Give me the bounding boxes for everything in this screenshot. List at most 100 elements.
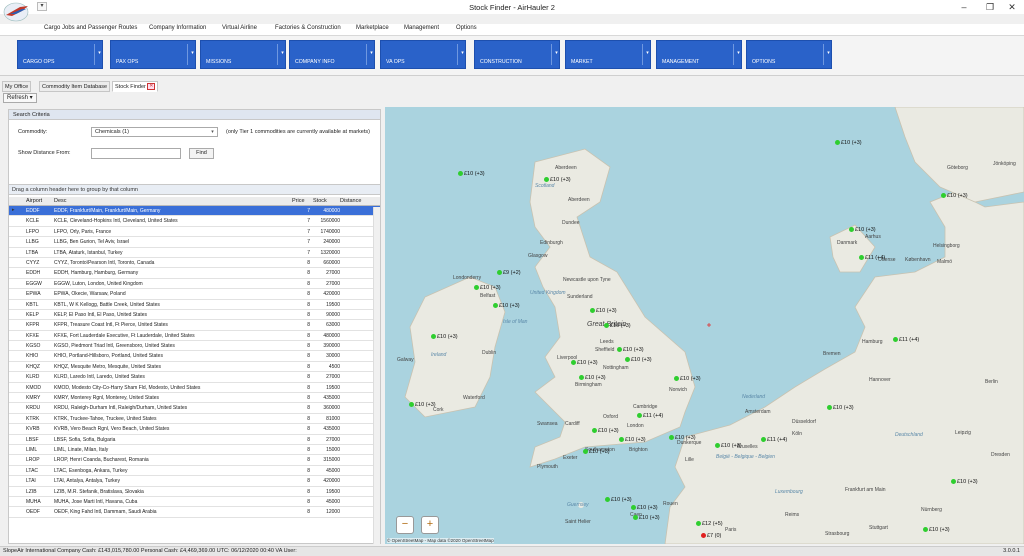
map-marker[interactable]: £10 (+3)	[835, 140, 862, 146]
chevron-down-icon[interactable]: ▾	[643, 50, 652, 56]
map-marker[interactable]: £10 (+3)	[669, 435, 696, 441]
tab-management[interactable]: Management	[404, 25, 439, 31]
table-row[interactable]: KVRB KVRB, Vero Beach Rgnl, Vero Beach, U…	[9, 424, 380, 435]
table-row[interactable]: KRDU KRDU, Raleigh-Durham Intl, Raleigh/D…	[9, 403, 380, 414]
table-row[interactable]: KHQZ KHQZ, Mesquite Metro, Mesquite, Unit…	[9, 362, 380, 373]
map-marker[interactable]: £12 (+5)	[696, 521, 723, 527]
map-marker[interactable]: £10 (+3)	[827, 405, 854, 411]
table-row[interactable]: LTBA LTBA, Ataturk, Istanbul, Turkey 7 1320…	[9, 248, 380, 258]
column-distance[interactable]: Distance	[340, 198, 361, 204]
map-marker[interactable]: £10 (+3)	[631, 505, 658, 511]
table-row[interactable]: OEDF OEDF, King Fahd Intl, Dammam, Saudi …	[9, 507, 380, 518]
table-row[interactable]: EGGW EGGW, Luton, London, United Kingdom 8…	[9, 279, 380, 290]
map-marker[interactable]: £10 (+3)	[409, 402, 436, 408]
map-marker[interactable]: £10 (+3)	[715, 443, 742, 449]
table-row[interactable]: LIML LIML, Linate, Milan, Italy 8 15000	[9, 445, 380, 456]
map-marker[interactable]: £11 (+4)	[892, 337, 919, 343]
find-button[interactable]: Find	[189, 148, 214, 159]
distance-input[interactable]	[91, 148, 181, 159]
column-stock[interactable]: Stock	[313, 198, 327, 204]
table-row[interactable]: KMOD KMOD, Modesto City-Co-Harry Sham Fld…	[9, 383, 380, 394]
map-marker[interactable]: £10 (+3)	[619, 437, 646, 443]
table-row[interactable]: ▸ EDDF EDDF, Frankfurt/Main, Frankfurt/Mai…	[9, 206, 380, 217]
chevron-down-icon[interactable]: ▾	[824, 50, 833, 56]
map-marker[interactable]: £10 (+3)	[458, 171, 485, 177]
table-row[interactable]: KCLE KCLE, Cleveland-Hopkins Intl, Clevel…	[9, 216, 380, 227]
construction-button[interactable]: CONSTRUCTION ▾	[474, 40, 560, 69]
chevron-down-icon[interactable]: ▾	[209, 129, 216, 135]
grid-scrollbar[interactable]	[373, 207, 380, 544]
map-marker[interactable]: £10 (+3)	[493, 303, 520, 309]
tab-company-information[interactable]: Company Information	[149, 25, 206, 31]
table-row[interactable]: CYYZ CYYZ, Toronto\Pearson Intl, Toronto,…	[9, 258, 380, 269]
restore-button[interactable]: ❐	[978, 1, 1002, 13]
chevron-down-icon[interactable]: ▾	[458, 50, 467, 56]
map-marker[interactable]: £10 (+3)	[431, 334, 458, 340]
table-row[interactable]: KFXE KFXE, Fort Lauderdale Executive, Ft …	[9, 331, 380, 342]
map-marker[interactable]: £10 (+3)	[923, 527, 950, 533]
table-row[interactable]: KBTL KBTL, W K Kellogg, Battle Creek, Uni…	[9, 300, 380, 310]
map-marker[interactable]: £10 (+3)	[583, 449, 610, 455]
map-view[interactable]: Aberdeen Dundee Edinburgh Glasgow Newcas…	[385, 107, 1024, 544]
cargo-ops-button[interactable]: CARGO OPS ▾	[17, 40, 103, 69]
chevron-down-icon[interactable]: ▾	[278, 50, 287, 56]
table-row[interactable]: KFPR KFPR, Treasure Coast Intl, Ft Pierce…	[9, 320, 380, 331]
doc-tab-my-office[interactable]: My Office	[2, 81, 32, 92]
map-marker[interactable]: £10 (+3)	[674, 376, 701, 382]
map-marker[interactable]: £10 (+3)	[941, 193, 968, 199]
commodity-select[interactable]: Chemicals (1) ▾	[91, 127, 218, 137]
map-marker[interactable]: £11 (+4)	[858, 255, 885, 261]
column-airport[interactable]: Airport	[26, 198, 42, 204]
close-window-button[interactable]: ✕	[1000, 1, 1024, 13]
table-row[interactable]: KMRY KMRY, Monterey Rgnl, Monterey, Unite…	[9, 393, 380, 404]
minimize-button[interactable]: –	[952, 1, 976, 13]
tab-virtual-airline[interactable]: Virtual Airline	[222, 25, 257, 31]
chevron-down-icon[interactable]: ▾	[734, 50, 743, 56]
table-row[interactable]: EDDH EDDH, Hamburg, Hamburg, Germany 8 2700…	[9, 268, 380, 279]
tab-cargo-jobs[interactable]: Cargo Jobs and Passenger Routes	[44, 25, 137, 31]
table-row[interactable]: LROP LROP, Henri Coanda, Bucharest, Roman…	[9, 455, 380, 466]
map-marker[interactable]: £10 (+3)	[571, 360, 598, 366]
column-desc[interactable]: Desc	[54, 198, 67, 204]
table-row[interactable]: KELP KELP, El Paso Intl, El Paso, United …	[9, 310, 380, 321]
zoom-in-icon[interactable]: +	[421, 516, 439, 534]
tab-marketplace[interactable]: Marketplace	[356, 25, 389, 31]
options-button[interactable]: OPTIONS ▾	[746, 40, 832, 69]
table-row[interactable]: LTAC LTAC, Esenboga, Ankara, Turkey 8 45000	[9, 466, 380, 477]
company-info-button[interactable]: COMPANY INFO ▾	[289, 40, 375, 69]
market-button[interactable]: MARKET ▾	[565, 40, 651, 69]
management-button[interactable]: MANAGEMENT ▾	[656, 40, 742, 69]
map-marker[interactable]: £10 (+3)	[544, 177, 571, 183]
map-marker[interactable]: £10 (+3)	[474, 285, 501, 291]
chevron-down-icon[interactable]: ▾	[552, 50, 561, 56]
tab-factories-construction[interactable]: Factories & Construction	[275, 25, 341, 31]
map-marker[interactable]: £10 (+3)	[590, 308, 617, 314]
map-marker[interactable]: £10 (+3)	[592, 428, 619, 434]
va-ops-button[interactable]: VA OPS ▾	[380, 40, 466, 69]
tab-options[interactable]: Options	[456, 25, 477, 31]
column-price[interactable]: Price	[292, 198, 305, 204]
chevron-down-icon[interactable]: ▾	[188, 50, 197, 56]
zoom-out-icon[interactable]: −	[396, 516, 414, 534]
map-marker-alert[interactable]: £7 (0)	[700, 533, 721, 539]
chevron-down-icon[interactable]: ▾	[367, 50, 376, 56]
missions-button[interactable]: MISSIONS ▾	[200, 40, 286, 69]
map-marker[interactable]: £10 (+3)	[633, 515, 660, 521]
map-marker[interactable]: £10 (+3)	[605, 497, 632, 503]
doc-tab-stock-finder[interactable]: Stock Finder ✕	[112, 81, 159, 92]
table-row[interactable]: EPWA EPWA, Okecie, Warsaw, Poland 8 420000	[9, 289, 380, 300]
table-row[interactable]: MUHA MUHA, Jose Marti Intl, Havana, Cuba 8…	[9, 497, 380, 508]
map-marker[interactable]: £10 (+3)	[951, 479, 978, 485]
map-attribution[interactable]: © OpenStreetMap - Map data ©2020 OpenStr…	[387, 538, 494, 543]
refresh-button[interactable]: Refresh ▾	[3, 93, 37, 103]
map-marker[interactable]: £10 (+3)	[617, 347, 644, 353]
table-row[interactable]: KHIO KHIO, Portland-Hillsboro, Portland, …	[9, 351, 380, 362]
table-row[interactable]: KTRK KTRK, Truckee-Tahoe, Truckee, United…	[9, 414, 380, 425]
pax-ops-button[interactable]: PAX OPS ▾	[110, 40, 196, 69]
table-row[interactable]: LBSF LBSF, Sofia, Sofia, Bulgaria 8 27000	[9, 435, 380, 445]
map-marker[interactable]: £10 (+3)	[579, 375, 606, 381]
chevron-down-icon[interactable]: ▾	[95, 50, 104, 56]
table-row[interactable]: LLBG LLBG, Ben Gurion, Tel Aviv, Israel 7 2…	[9, 237, 380, 248]
table-row[interactable]: KGSO KGSO, Piedmont Triad Intl, Greensbor…	[9, 341, 380, 352]
map-marker[interactable]: £10 (+3)	[849, 227, 876, 233]
